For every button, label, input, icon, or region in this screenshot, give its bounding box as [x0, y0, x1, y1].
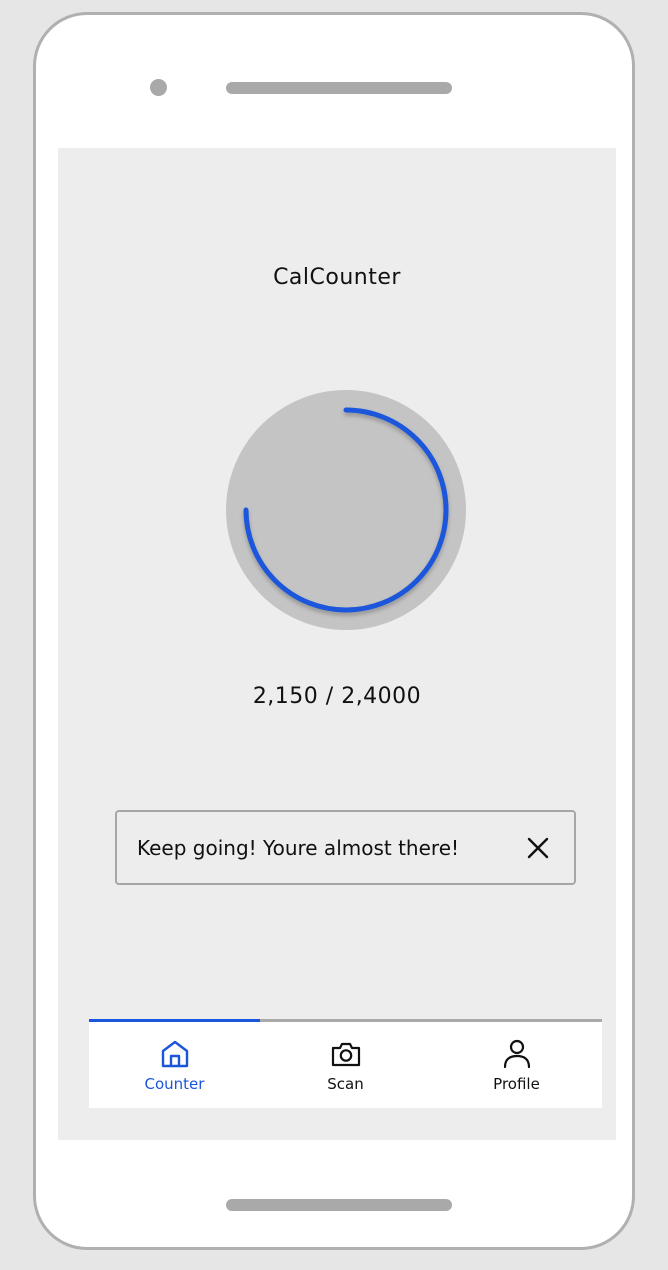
- front-camera: [150, 79, 167, 96]
- tab-profile[interactable]: Profile: [431, 1022, 602, 1108]
- home-indicator: [226, 1199, 452, 1211]
- tab-scan-label: Scan: [327, 1075, 364, 1093]
- camera-icon: [331, 1042, 361, 1067]
- tab-profile-label: Profile: [493, 1075, 540, 1093]
- home-icon: [161, 1040, 189, 1068]
- calorie-progress-ring: [226, 390, 466, 630]
- toast-message: Keep going! Youre almost there!: [137, 836, 460, 860]
- progress-ring-track: [226, 390, 466, 630]
- user-icon: [503, 1039, 531, 1069]
- speaker-grille: [226, 82, 452, 94]
- calorie-readout: 2,150 / 2,4000: [252, 684, 422, 709]
- tab-counter[interactable]: Counter: [89, 1022, 260, 1108]
- bottom-navigation: Counter Scan Profile: [89, 1019, 602, 1108]
- app-title: CalCounter: [273, 265, 401, 290]
- tab-counter-label: Counter: [144, 1075, 205, 1093]
- app-screen: CalCounter 2,150 / 2,4000 Keep going! Yo…: [58, 148, 616, 1140]
- tab-scan[interactable]: Scan: [260, 1022, 431, 1108]
- close-icon[interactable]: [524, 834, 552, 862]
- encouragement-toast: Keep going! Youre almost there!: [115, 810, 576, 885]
